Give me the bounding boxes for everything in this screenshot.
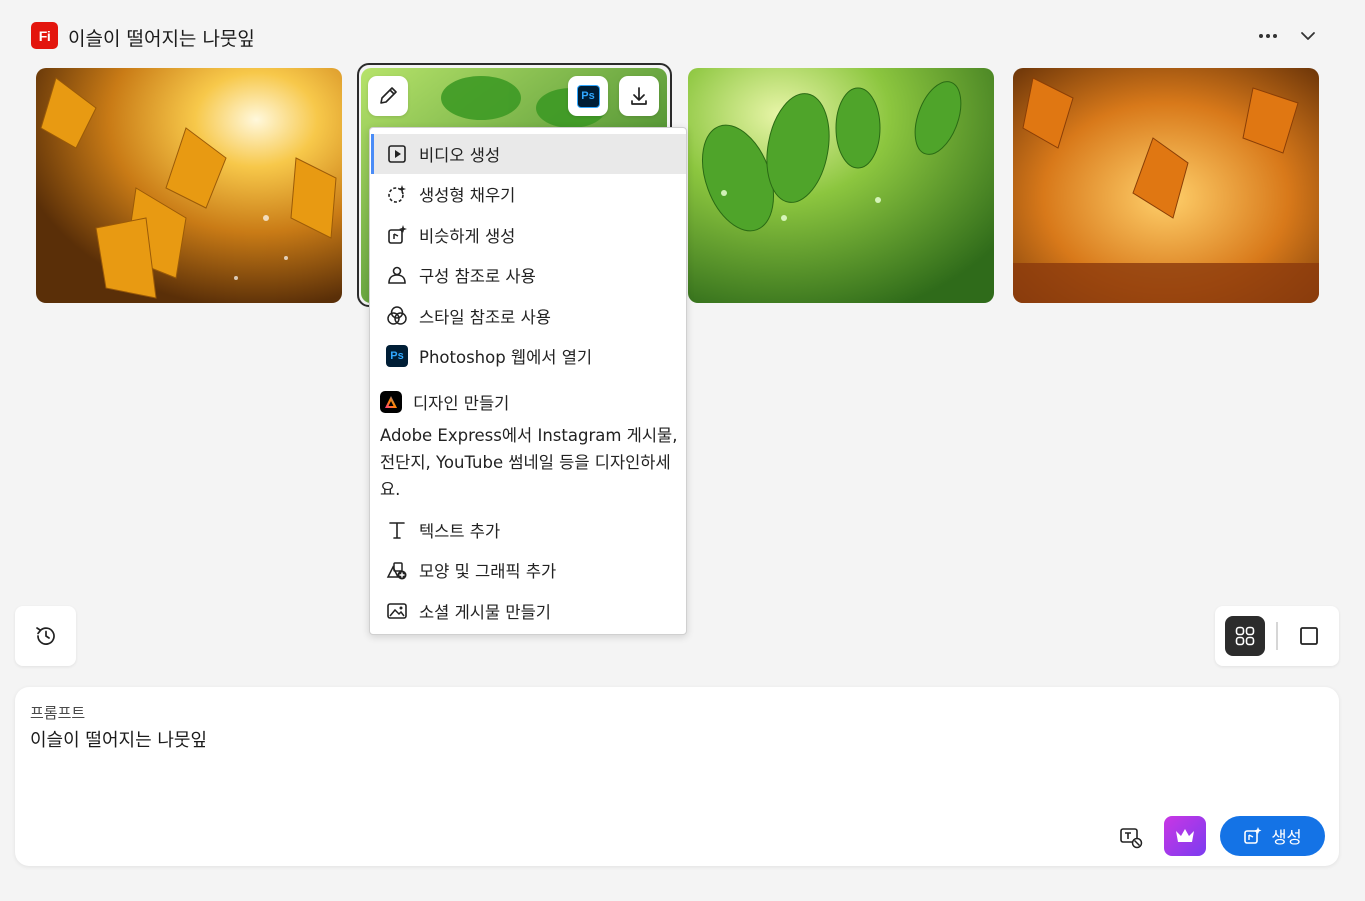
view-mode-toggle: [1215, 606, 1339, 666]
menu-item-label: 비디오 생성: [419, 146, 501, 165]
menu-item-label: 텍스트 추가: [419, 522, 501, 541]
generate-button-label: 생성: [1271, 828, 1302, 847]
menu-item-composition-reference[interactable]: 구성 참조로 사용: [371, 255, 686, 295]
generate-button[interactable]: 생성: [1220, 816, 1325, 856]
generative-fill-icon: [386, 183, 408, 205]
prompt-settings-icon[interactable]: [1118, 824, 1144, 850]
crown-icon: [1176, 829, 1194, 842]
ellipsis-icon[interactable]: [1256, 27, 1280, 45]
edit-image-button[interactable]: [368, 76, 408, 116]
prompt-label: 프롬프트: [30, 704, 86, 722]
generate-sparkle-icon: [1244, 827, 1262, 844]
generated-image-3[interactable]: [688, 68, 994, 303]
single-view-button[interactable]: [1289, 616, 1329, 656]
create-design-title: 디자인 만들기: [413, 394, 510, 413]
menu-item-label: 비슷하게 생성: [419, 227, 516, 246]
composition-reference-icon: [386, 264, 408, 286]
menu-item-label: 스타일 참조로 사용: [419, 308, 551, 327]
create-design-description: Adobe Express에서 Instagram 게시물, 전단지, YouT…: [380, 426, 678, 499]
menu-item-add-text[interactable]: 텍스트 추가: [371, 510, 686, 550]
menu-item-style-reference[interactable]: 스타일 참조로 사용: [371, 296, 686, 336]
page-title: 이슬이 떨어지는 나뭇잎: [68, 28, 255, 50]
single-view-icon: [1300, 627, 1318, 645]
create-design-section[interactable]: 디자인 만들기 Adobe Express에서 Instagram 게시물, 전…: [380, 388, 680, 503]
download-icon: [631, 87, 647, 105]
history-button[interactable]: [15, 606, 76, 666]
text-icon: [386, 519, 408, 541]
menu-item-generative-fill[interactable]: 생성형 채우기: [371, 174, 686, 214]
shapes-add-icon: [386, 559, 408, 581]
menu-item-label: Photoshop 웹에서 열기: [419, 348, 593, 367]
pencil-icon: [380, 87, 397, 104]
photoshop-icon: Ps: [576, 84, 600, 108]
menu-item-label: 생성형 채우기: [419, 186, 516, 205]
menu-item-open-photoshop-web[interactable]: Ps Photoshop 웹에서 열기: [371, 336, 686, 376]
menu-item-label: 모양 및 그래픽 추가: [419, 562, 557, 581]
play-video-icon: [386, 143, 408, 165]
firefly-app-icon: Fi: [31, 22, 58, 49]
prompt-input[interactable]: 이슬이 떨어지는 나뭇잎: [30, 726, 207, 752]
history-icon: [35, 627, 55, 645]
adobe-express-icon: [380, 391, 402, 413]
grid-view-icon: [1235, 626, 1255, 646]
prompt-panel: 프롬프트 이슬이 떨어지는 나뭇잎 생성: [15, 687, 1339, 866]
open-in-photoshop-button[interactable]: Ps: [568, 76, 608, 116]
menu-item-add-shapes-graphics[interactable]: 모양 및 그래픽 추가: [371, 550, 686, 590]
menu-item-generate-video[interactable]: 비디오 생성: [371, 134, 686, 174]
image-actions-menu: 비디오 생성 생성형 채우기 비슷하게 생성 구성 참조로 사용 스타일 참조로…: [369, 127, 687, 635]
menu-item-create-social-post[interactable]: 소셜 게시물 만들기: [371, 591, 686, 631]
chevron-down-icon[interactable]: [1297, 25, 1319, 47]
menu-item-generate-similar[interactable]: 비슷하게 생성: [371, 215, 686, 255]
menu-item-label: 소셜 게시물 만들기: [419, 603, 551, 622]
generated-image-4[interactable]: [1013, 68, 1319, 303]
photoshop-icon: Ps: [386, 345, 408, 367]
generated-image-1[interactable]: [36, 68, 342, 303]
style-reference-icon: [386, 305, 408, 327]
toggle-divider: [1276, 622, 1278, 650]
premium-button[interactable]: [1164, 816, 1206, 856]
image-post-icon: [386, 600, 408, 622]
generate-similar-icon: [386, 224, 408, 246]
grid-view-button[interactable]: [1225, 616, 1265, 656]
download-button[interactable]: [619, 76, 659, 116]
menu-item-label: 구성 참조로 사용: [419, 267, 536, 286]
